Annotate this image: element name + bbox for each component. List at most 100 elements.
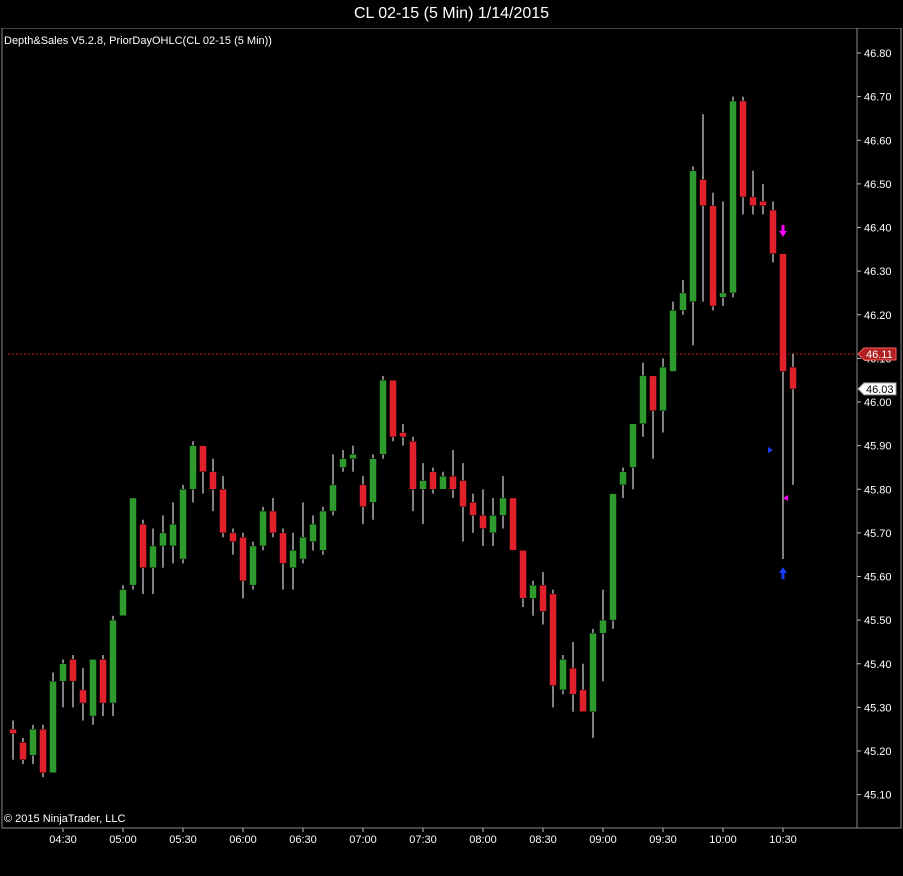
candle <box>269 497 277 538</box>
prior-close-price-label-text: 46.11 <box>866 349 893 361</box>
candle-body <box>739 100 747 198</box>
candle <box>209 458 217 512</box>
candle-body <box>399 432 407 438</box>
y-tick-label: 46.20 <box>864 310 892 322</box>
candle <box>79 668 87 721</box>
y-tick-label: 45.30 <box>864 702 892 714</box>
candle <box>709 192 717 311</box>
candle <box>409 436 417 512</box>
y-tick-label: 46.40 <box>864 223 892 235</box>
y-axis-ticks: 46.8046.7046.6046.5046.4046.3046.2046.10… <box>857 48 892 802</box>
sell-arrow-icon <box>779 224 787 237</box>
candle <box>639 362 647 437</box>
x-axis-ticks: 04:30 05:00 05:30 06:00 06:30 07:00 07:30 08:00… <box>49 828 797 846</box>
candle <box>679 279 687 315</box>
candle <box>139 519 147 594</box>
candle <box>199 445 207 494</box>
y-tick-label: 46.50 <box>864 179 892 191</box>
candle-body <box>709 205 717 307</box>
x-tick-label: 06:30 <box>289 834 317 846</box>
y-tick-label: 45.70 <box>864 528 892 540</box>
candle <box>659 358 667 433</box>
candle-body <box>139 523 147 569</box>
candle-body <box>69 659 77 682</box>
x-tick-label: 05:00 <box>109 834 137 846</box>
candle-body <box>369 458 377 503</box>
price-labels: 46.11 46.03 <box>857 347 897 396</box>
x-tick-label: 05:30 <box>169 834 197 846</box>
candle-body <box>9 728 17 734</box>
signal-marker-icon <box>768 446 773 453</box>
candle <box>109 615 117 717</box>
chart-panel[interactable]: 46.8046.7046.6046.5046.4046.3046.2046.10… <box>0 27 903 871</box>
candle <box>689 166 697 346</box>
candlestick-chart[interactable]: 46.8046.7046.6046.5046.4046.3046.2046.10… <box>0 27 903 871</box>
candle-body <box>559 659 567 691</box>
candle-body <box>699 179 707 206</box>
candle <box>59 659 67 708</box>
candle <box>19 737 27 765</box>
signal-marker-icon <box>783 494 788 501</box>
candle-body <box>389 379 397 438</box>
candle <box>499 476 507 529</box>
candle <box>49 672 57 774</box>
candle-body <box>489 515 497 534</box>
candle <box>569 641 577 712</box>
candle-body <box>519 550 527 599</box>
candle-body <box>689 170 697 302</box>
candle <box>629 423 637 490</box>
candle <box>769 201 777 263</box>
candle-body <box>359 484 367 507</box>
candle-body <box>239 536 247 582</box>
y-tick-label: 45.60 <box>864 572 892 584</box>
candle-body <box>659 366 667 411</box>
candle <box>759 183 767 215</box>
candle <box>319 506 327 555</box>
candle <box>329 454 337 516</box>
x-tick-label: 08:00 <box>469 834 497 846</box>
copyright-text: © 2015 NinjaTrader, LLC <box>4 813 125 825</box>
candle-body <box>499 497 507 516</box>
x-tick-label: 09:00 <box>589 834 617 846</box>
candle <box>339 449 347 472</box>
candle-body <box>619 471 627 486</box>
candle-body <box>99 659 107 704</box>
x-tick-label: 08:30 <box>529 834 557 846</box>
candle-body <box>729 100 737 294</box>
candle-body <box>159 532 167 547</box>
candle <box>249 541 257 590</box>
candle-body <box>719 292 727 298</box>
candle-body <box>749 196 757 206</box>
candle-body <box>769 209 777 254</box>
candle <box>719 201 727 307</box>
x-tick-label: 06:00 <box>229 834 257 846</box>
candle <box>89 659 97 725</box>
candle-body <box>429 471 437 490</box>
candle-body <box>89 659 97 717</box>
x-tick-label: 10:00 <box>709 834 737 846</box>
candle <box>9 720 17 760</box>
candle <box>619 467 627 498</box>
chart-title: CL 02-15 (5 Min) 1/14/2015 <box>353 5 550 22</box>
candle-body <box>649 375 657 411</box>
candle <box>219 476 227 538</box>
candle-body <box>579 689 587 712</box>
candle <box>169 502 177 564</box>
candle <box>459 463 467 542</box>
candle-body <box>129 497 137 586</box>
candle-body <box>119 589 127 617</box>
y-tick-label: 45.20 <box>864 746 892 758</box>
plot-area <box>1 27 858 829</box>
candle <box>239 532 247 599</box>
candle-body <box>269 510 277 534</box>
y-tick-label: 45.40 <box>864 659 892 671</box>
candle-body <box>39 728 47 774</box>
candle-body <box>479 515 487 529</box>
candle-body <box>309 523 317 542</box>
candle <box>369 454 377 520</box>
candle <box>69 655 77 708</box>
candle-body <box>109 619 117 704</box>
candle <box>579 663 587 712</box>
candle-body <box>349 454 357 459</box>
candle <box>389 379 397 442</box>
